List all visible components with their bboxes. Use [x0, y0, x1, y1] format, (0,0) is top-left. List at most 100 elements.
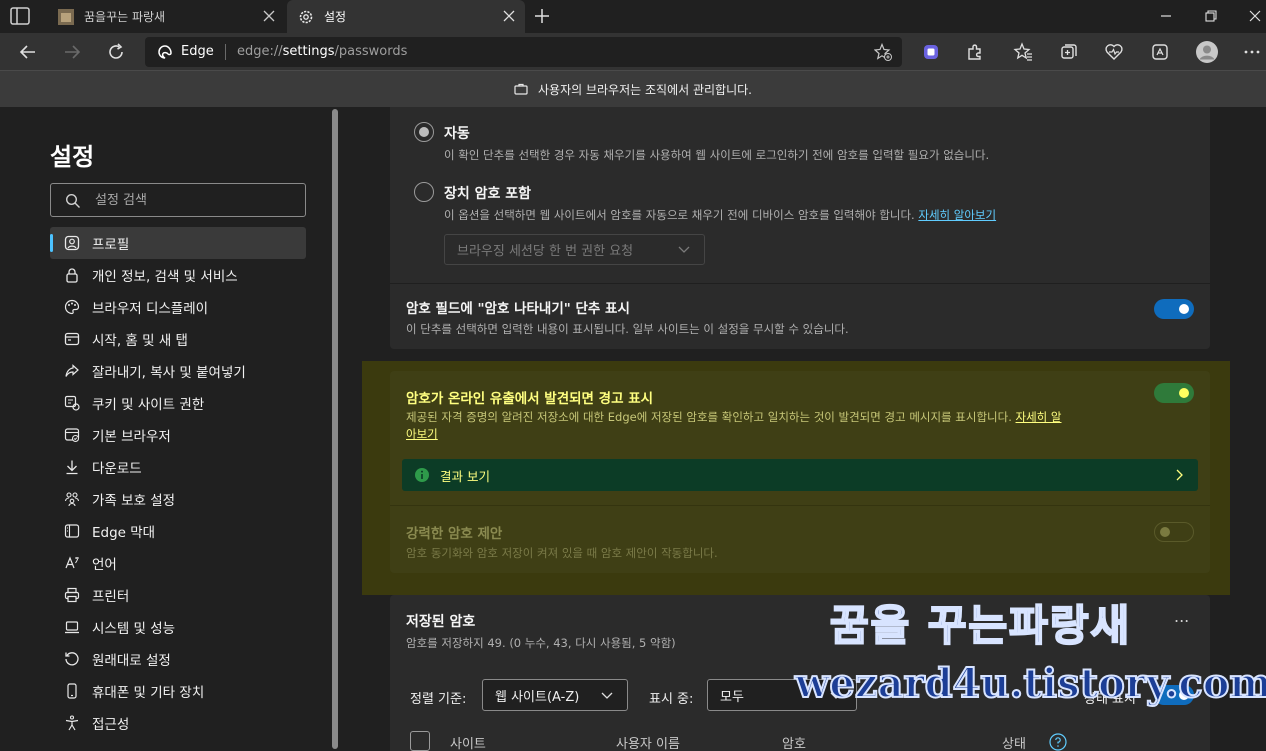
sidebar-item-share[interactable]: 잘라내기, 복사 및 붙여넣기 — [50, 355, 306, 387]
sidebar-item-profile[interactable]: 프로필 — [50, 227, 306, 259]
sidebar-item-family[interactable]: 가족 보호 설정 — [50, 483, 306, 515]
toggle-knob — [1179, 388, 1189, 398]
health-label: 상태 표시 — [1084, 692, 1136, 707]
column-site[interactable]: 사이트 — [450, 733, 486, 751]
sidebar-item-printers[interactable]: 프린터 — [50, 579, 306, 611]
gear-icon — [299, 10, 313, 23]
device-option-title: 장치 암호 포함 — [444, 186, 532, 202]
sidebar-item-label: 쿠키 및 사이트 권한 — [92, 397, 205, 413]
column-username[interactable]: 사용자 이름 — [616, 733, 680, 751]
sidebar-item-languages[interactable]: 언어 — [50, 547, 306, 579]
language-icon — [65, 556, 79, 569]
omnibox-separator — [225, 44, 226, 60]
card-divider — [390, 283, 1210, 284]
radio-device-password[interactable] — [414, 182, 434, 202]
device-option-desc: 이 옵션을 선택하면 웹 사이트에서 암호를 자동으로 채우기 전에 디바이스 … — [444, 207, 996, 223]
select-all-checkbox[interactable] — [410, 731, 430, 751]
sidebar-item-label: 다운로드 — [92, 461, 142, 477]
sidebar-item-phone[interactable]: 휴대폰 및 기타 장치 — [50, 675, 306, 707]
forward-icon[interactable] — [62, 42, 82, 62]
start-icon — [64, 332, 80, 346]
settings-nav: 프로필 개인 정보, 검색 및 서비스 브라우저 디스플레이 시작, 홈 및 새… — [50, 227, 306, 739]
leak-toggle[interactable] — [1154, 383, 1194, 403]
favorites-icon[interactable] — [1013, 42, 1033, 62]
strong-password-desc: 암호 동기화와 암호 저장이 켜져 있을 때 암호 제안이 작동합니다. — [406, 546, 718, 560]
close-tab-icon[interactable] — [263, 10, 275, 22]
learn-more-link[interactable]: 자세히 알아보기 — [918, 208, 996, 222]
sidebar-item-system[interactable]: 시스템 및 성능 — [50, 611, 306, 643]
sidebar-item-appearance[interactable]: 브라우저 디스플레이 — [50, 291, 306, 323]
back-icon[interactable] — [18, 42, 38, 62]
filter-select[interactable]: 모두 — [707, 679, 857, 711]
sidebar-title: 설정 — [50, 143, 95, 171]
add-favorite-icon[interactable] — [874, 43, 892, 61]
sidebar-item-start[interactable]: 시작, 홈 및 새 탭 — [50, 323, 306, 355]
sort-select[interactable]: 웹 사이트(A-Z) — [482, 679, 628, 711]
strong-password-toggle[interactable] — [1154, 522, 1194, 542]
extensions-icon[interactable] — [965, 42, 985, 62]
restore-icon[interactable] — [1205, 10, 1217, 22]
reveal-toggle[interactable] — [1154, 299, 1194, 319]
download-icon — [66, 460, 78, 475]
briefcase-icon — [514, 83, 528, 95]
toggle-knob — [1160, 527, 1170, 537]
sidebar-item-privacy[interactable]: 개인 정보, 검색 및 서비스 — [50, 259, 306, 291]
sidebar-item-downloads[interactable]: 다운로드 — [50, 451, 306, 483]
sidebar-scrollbar[interactable] — [330, 107, 340, 751]
health-toggle[interactable] — [1154, 685, 1194, 705]
minimize-icon[interactable] — [1160, 10, 1172, 22]
refresh-icon[interactable] — [106, 42, 126, 62]
avatar[interactable] — [1195, 40, 1219, 64]
extension-badge-icon[interactable] — [921, 42, 941, 62]
address-bar[interactable]: Edge edge://settings/passwords — [145, 37, 902, 67]
url-text[interactable]: edge://settings/passwords — [237, 44, 407, 59]
sidebar-item-reset[interactable]: 원래대로 설정 — [50, 643, 306, 675]
leak-learn-more-link[interactable]: 자세히 알 — [1016, 410, 1062, 424]
tab-actions-icon[interactable] — [10, 7, 30, 25]
scrollbar-thumb[interactable] — [332, 109, 338, 749]
sort-label: 정렬 기준: — [410, 692, 467, 707]
new-tab-icon[interactable] — [534, 8, 550, 24]
palette-icon — [64, 299, 80, 315]
tab-blog[interactable]: 꿈을꾸는 파랑새 — [47, 0, 285, 33]
edge-logo-icon — [158, 45, 172, 59]
collections-icon[interactable] — [1059, 42, 1079, 62]
more-actions-button[interactable]: ... — [1174, 607, 1189, 626]
saved-passwords-title: 저장된 암호 — [406, 614, 476, 630]
sidebar-item-label: 프린터 — [92, 589, 130, 605]
auth-frequency-value: 브라우징 세션당 한 번 권한 요청 — [457, 244, 634, 259]
help-icon[interactable] — [1049, 733, 1067, 751]
search-input[interactable] — [95, 190, 295, 210]
view-results-button[interactable]: 결과 보기 — [402, 459, 1198, 491]
reveal-desc: 이 단추를 선택하면 입력한 내용이 표시됩니다. 일부 사이트는 이 설정을 … — [406, 322, 849, 336]
system-icon — [65, 621, 79, 634]
url-path: /passwords — [334, 44, 408, 59]
site-identity: Edge — [181, 44, 214, 59]
browser-essentials-icon[interactable] — [1104, 42, 1124, 62]
family-icon — [64, 492, 80, 507]
sidebar-item-edge-bar[interactable]: Edge 막대 — [50, 515, 306, 547]
close-tab-icon[interactable] — [503, 10, 515, 22]
info-icon — [415, 468, 429, 482]
more-menu-icon[interactable] — [1242, 42, 1262, 62]
column-password[interactable]: 암호 — [782, 733, 806, 751]
radio-auto[interactable] — [414, 122, 434, 142]
lock-icon — [66, 268, 78, 283]
settings-sidebar: 설정 프로필 개인 정보, 검색 및 서비스 브라우저 디스플레이 시작, 홈 … — [0, 107, 330, 751]
tab-settings[interactable]: 설정 — [287, 0, 525, 33]
column-health[interactable]: 상태 — [1002, 733, 1026, 751]
filter-select-value: 모두 — [720, 689, 744, 705]
settings-search[interactable] — [50, 183, 306, 217]
screenshot-icon[interactable] — [1150, 42, 1170, 62]
leak-learn-more-link-cont[interactable]: 아보기 — [406, 427, 438, 441]
sidebar-item-cookies[interactable]: 쿠키 및 사이트 권한 — [50, 387, 306, 419]
filter-label: 표시 중: — [649, 692, 694, 707]
auto-option-desc: 이 확인 단추를 선택한 경우 자동 채우기를 사용하여 웹 사이트에 로그인하… — [444, 148, 990, 162]
saved-passwords-summary: 암호를 저장하지 49. (0 누수, 43, 다시 사용됨, 5 약함) — [406, 636, 676, 650]
close-window-icon[interactable] — [1249, 10, 1261, 22]
blog-favicon-icon — [58, 8, 74, 25]
sidebar-item-default-browser[interactable]: 기본 브라우저 — [50, 419, 306, 451]
sidebar-item-accessibility[interactable]: 접근성 — [50, 707, 306, 739]
device-option-desc-text: 이 옵션을 선택하면 웹 사이트에서 암호를 자동으로 채우기 전에 디바이스 … — [444, 208, 915, 222]
managed-notice-text: 사용자의 브라우저는 조직에서 관리합니다. — [538, 82, 752, 97]
